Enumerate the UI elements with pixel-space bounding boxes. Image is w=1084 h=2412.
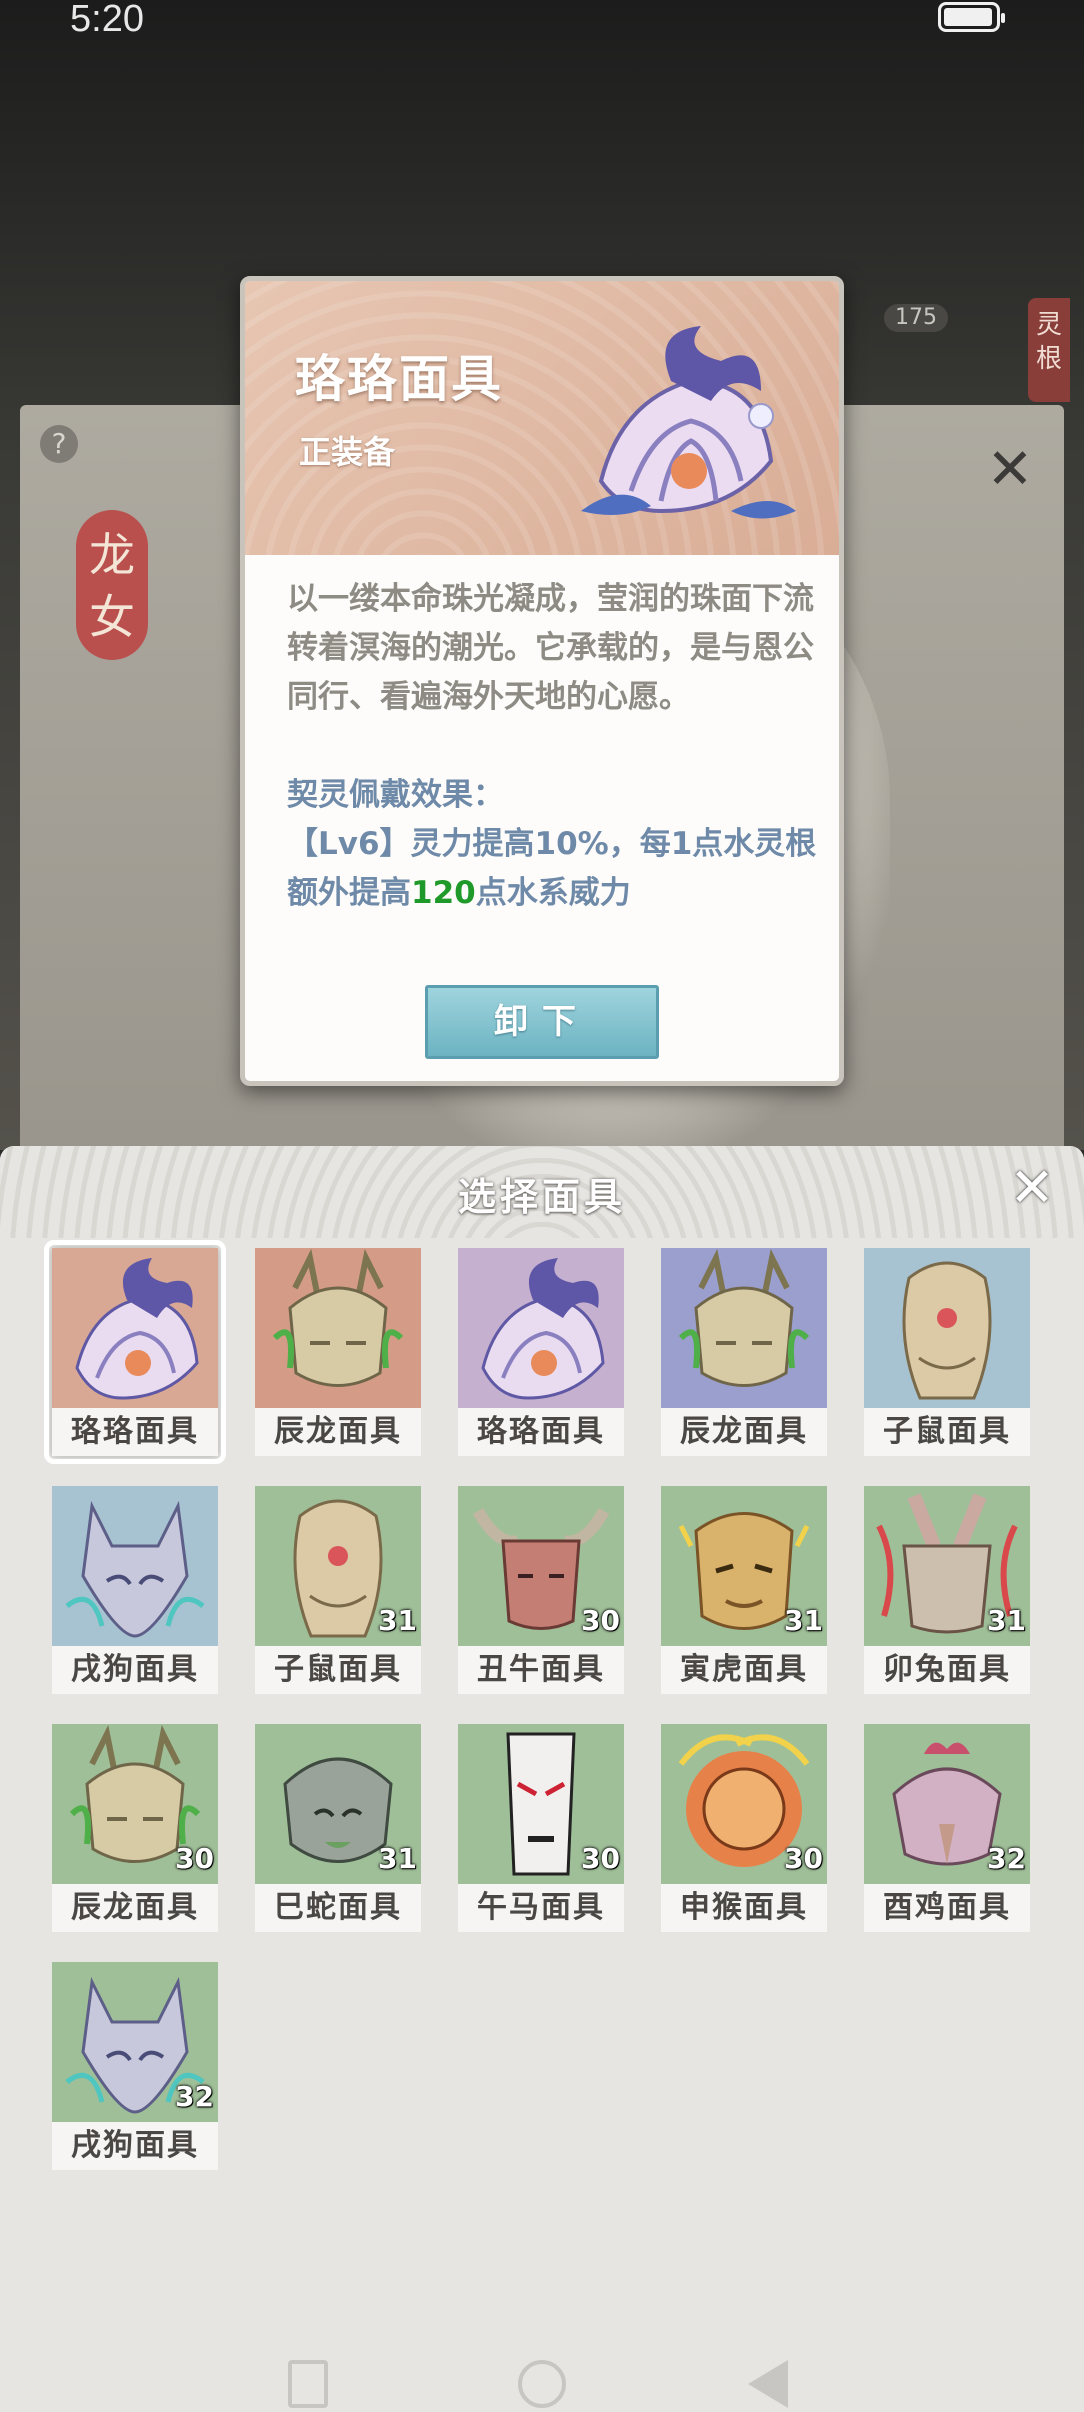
mask-label: 珞珞面具 [458, 1408, 624, 1456]
help-icon[interactable]: ? [40, 425, 78, 463]
spirit-root-tab[interactable]: 灵根 [1028, 298, 1070, 402]
back-button[interactable] [748, 2360, 788, 2408]
mask-tile[interactable]: 申猴面具 30 [661, 1724, 827, 1932]
mask-level: 31 [378, 1604, 417, 1637]
mask-tile[interactable]: 午马面具 30 [458, 1724, 624, 1932]
mask-label: 辰龙面具 [661, 1408, 827, 1456]
effect-title: 契灵佩戴效果： [287, 777, 504, 813]
mask-tile[interactable]: 丑牛面具 30 [458, 1486, 624, 1694]
mask-label: 丑牛面具 [458, 1646, 624, 1694]
sheet-title: 选择面具 [457, 1175, 626, 1219]
mask-level: 30 [581, 1842, 620, 1875]
mask-tile[interactable]: 子鼠面具 31 [255, 1486, 421, 1694]
mask-level: 30 [784, 1842, 823, 1875]
mask-description: 以一缕本命珠光凝成，莹润的珠面下流转着溟海的潮光。它承载的，是与恩公同行、看遍海… [287, 581, 814, 715]
effect-text: 【Lv6】灵力提高10%，每1点水灵根额外提高120点水系威力 [287, 820, 827, 918]
mask-tile[interactable]: 珞珞面具 [458, 1248, 624, 1456]
mask-level: 31 [378, 1842, 417, 1875]
mask-level: 32 [175, 2080, 214, 2113]
mask-level: 32 [987, 1842, 1026, 1875]
mask-tile[interactable]: 戌狗面具 32 [52, 1962, 218, 2170]
equipped-status: 正装备 [299, 433, 396, 471]
panel-close-icon[interactable]: ✕ [982, 442, 1038, 498]
dragon-mask-icon [255, 1248, 421, 1408]
mask-level: 31 [987, 1604, 1026, 1637]
mask-label: 戌狗面具 [52, 2122, 218, 2170]
mask-tile[interactable]: 巳蛇面具 31 [255, 1724, 421, 1932]
mask-label: 子鼠面具 [255, 1646, 421, 1694]
recent-apps-button[interactable] [288, 2360, 328, 2408]
mask-label: 寅虎面具 [661, 1646, 827, 1694]
mask-level: 30 [581, 1604, 620, 1637]
mask-tile[interactable]: 酉鸡面具 32 [864, 1724, 1030, 1932]
mask-label: 申猴面具 [661, 1884, 827, 1932]
popup-title: 珞珞面具 [295, 350, 503, 408]
mask-level: 30 [175, 1842, 214, 1875]
mask-tile[interactable]: 辰龙面具 [661, 1248, 827, 1456]
mask-label: 辰龙面具 [255, 1408, 421, 1456]
mask-label: 珞珞面具 [52, 1408, 218, 1456]
mask-label: 酉鸡面具 [864, 1884, 1030, 1932]
dog-mask-icon [52, 1486, 218, 1646]
mask-select-sheet: 选择面具 ✕ 珞珞面具 辰龙面具 珞珞面具 辰龙面具 子鼠面具 戌狗面具 子鼠面具 31 丑牛面… [0, 1146, 1084, 2412]
mask-tile[interactable]: 戌狗面具 [52, 1486, 218, 1694]
effect-suffix: 点水系威力 [475, 875, 631, 911]
rat-mask-icon [864, 1248, 1030, 1408]
mask-level: 31 [784, 1604, 823, 1637]
mask-tile[interactable]: 辰龙面具 [255, 1248, 421, 1456]
mask-tile[interactable]: 寅虎面具 31 [661, 1486, 827, 1694]
unequip-button[interactable]: 卸下 [425, 985, 659, 1059]
mask-label: 巳蛇面具 [255, 1884, 421, 1932]
mask-tile[interactable]: 子鼠面具 [864, 1248, 1030, 1456]
resource-counter: 175 [884, 304, 948, 332]
mask-tile[interactable]: 珞珞面具 [44, 1240, 226, 1464]
status-time: 5:20 [70, 0, 144, 40]
battery-icon [938, 2, 1005, 32]
mask-label: 子鼠面具 [864, 1408, 1030, 1456]
hero-name-badge: 龙女 [76, 510, 148, 660]
mask-label: 午马面具 [458, 1884, 624, 1932]
home-button[interactable] [518, 2360, 566, 2408]
pearl-mask-icon [458, 1248, 624, 1408]
pearl-mask-icon [581, 326, 796, 519]
mask-label: 戌狗面具 [52, 1646, 218, 1694]
mask-detail-popup: 珞珞面具 正装备 以一缕本命珠光凝成，莹润的珠面下流转着溟海的潮光。它承载的，是… [240, 276, 844, 1086]
mask-tile[interactable]: 卯兔面具 31 [864, 1486, 1030, 1694]
mask-label: 卯兔面具 [864, 1646, 1030, 1694]
mask-label: 辰龙面具 [52, 1884, 218, 1932]
dragon-mask-icon [661, 1248, 827, 1408]
pearl-mask-icon [52, 1248, 218, 1408]
close-icon[interactable]: ✕ [1006, 1161, 1058, 1215]
effect-value: 120 [411, 875, 476, 911]
mask-tile[interactable]: 辰龙面具 30 [52, 1724, 218, 1932]
